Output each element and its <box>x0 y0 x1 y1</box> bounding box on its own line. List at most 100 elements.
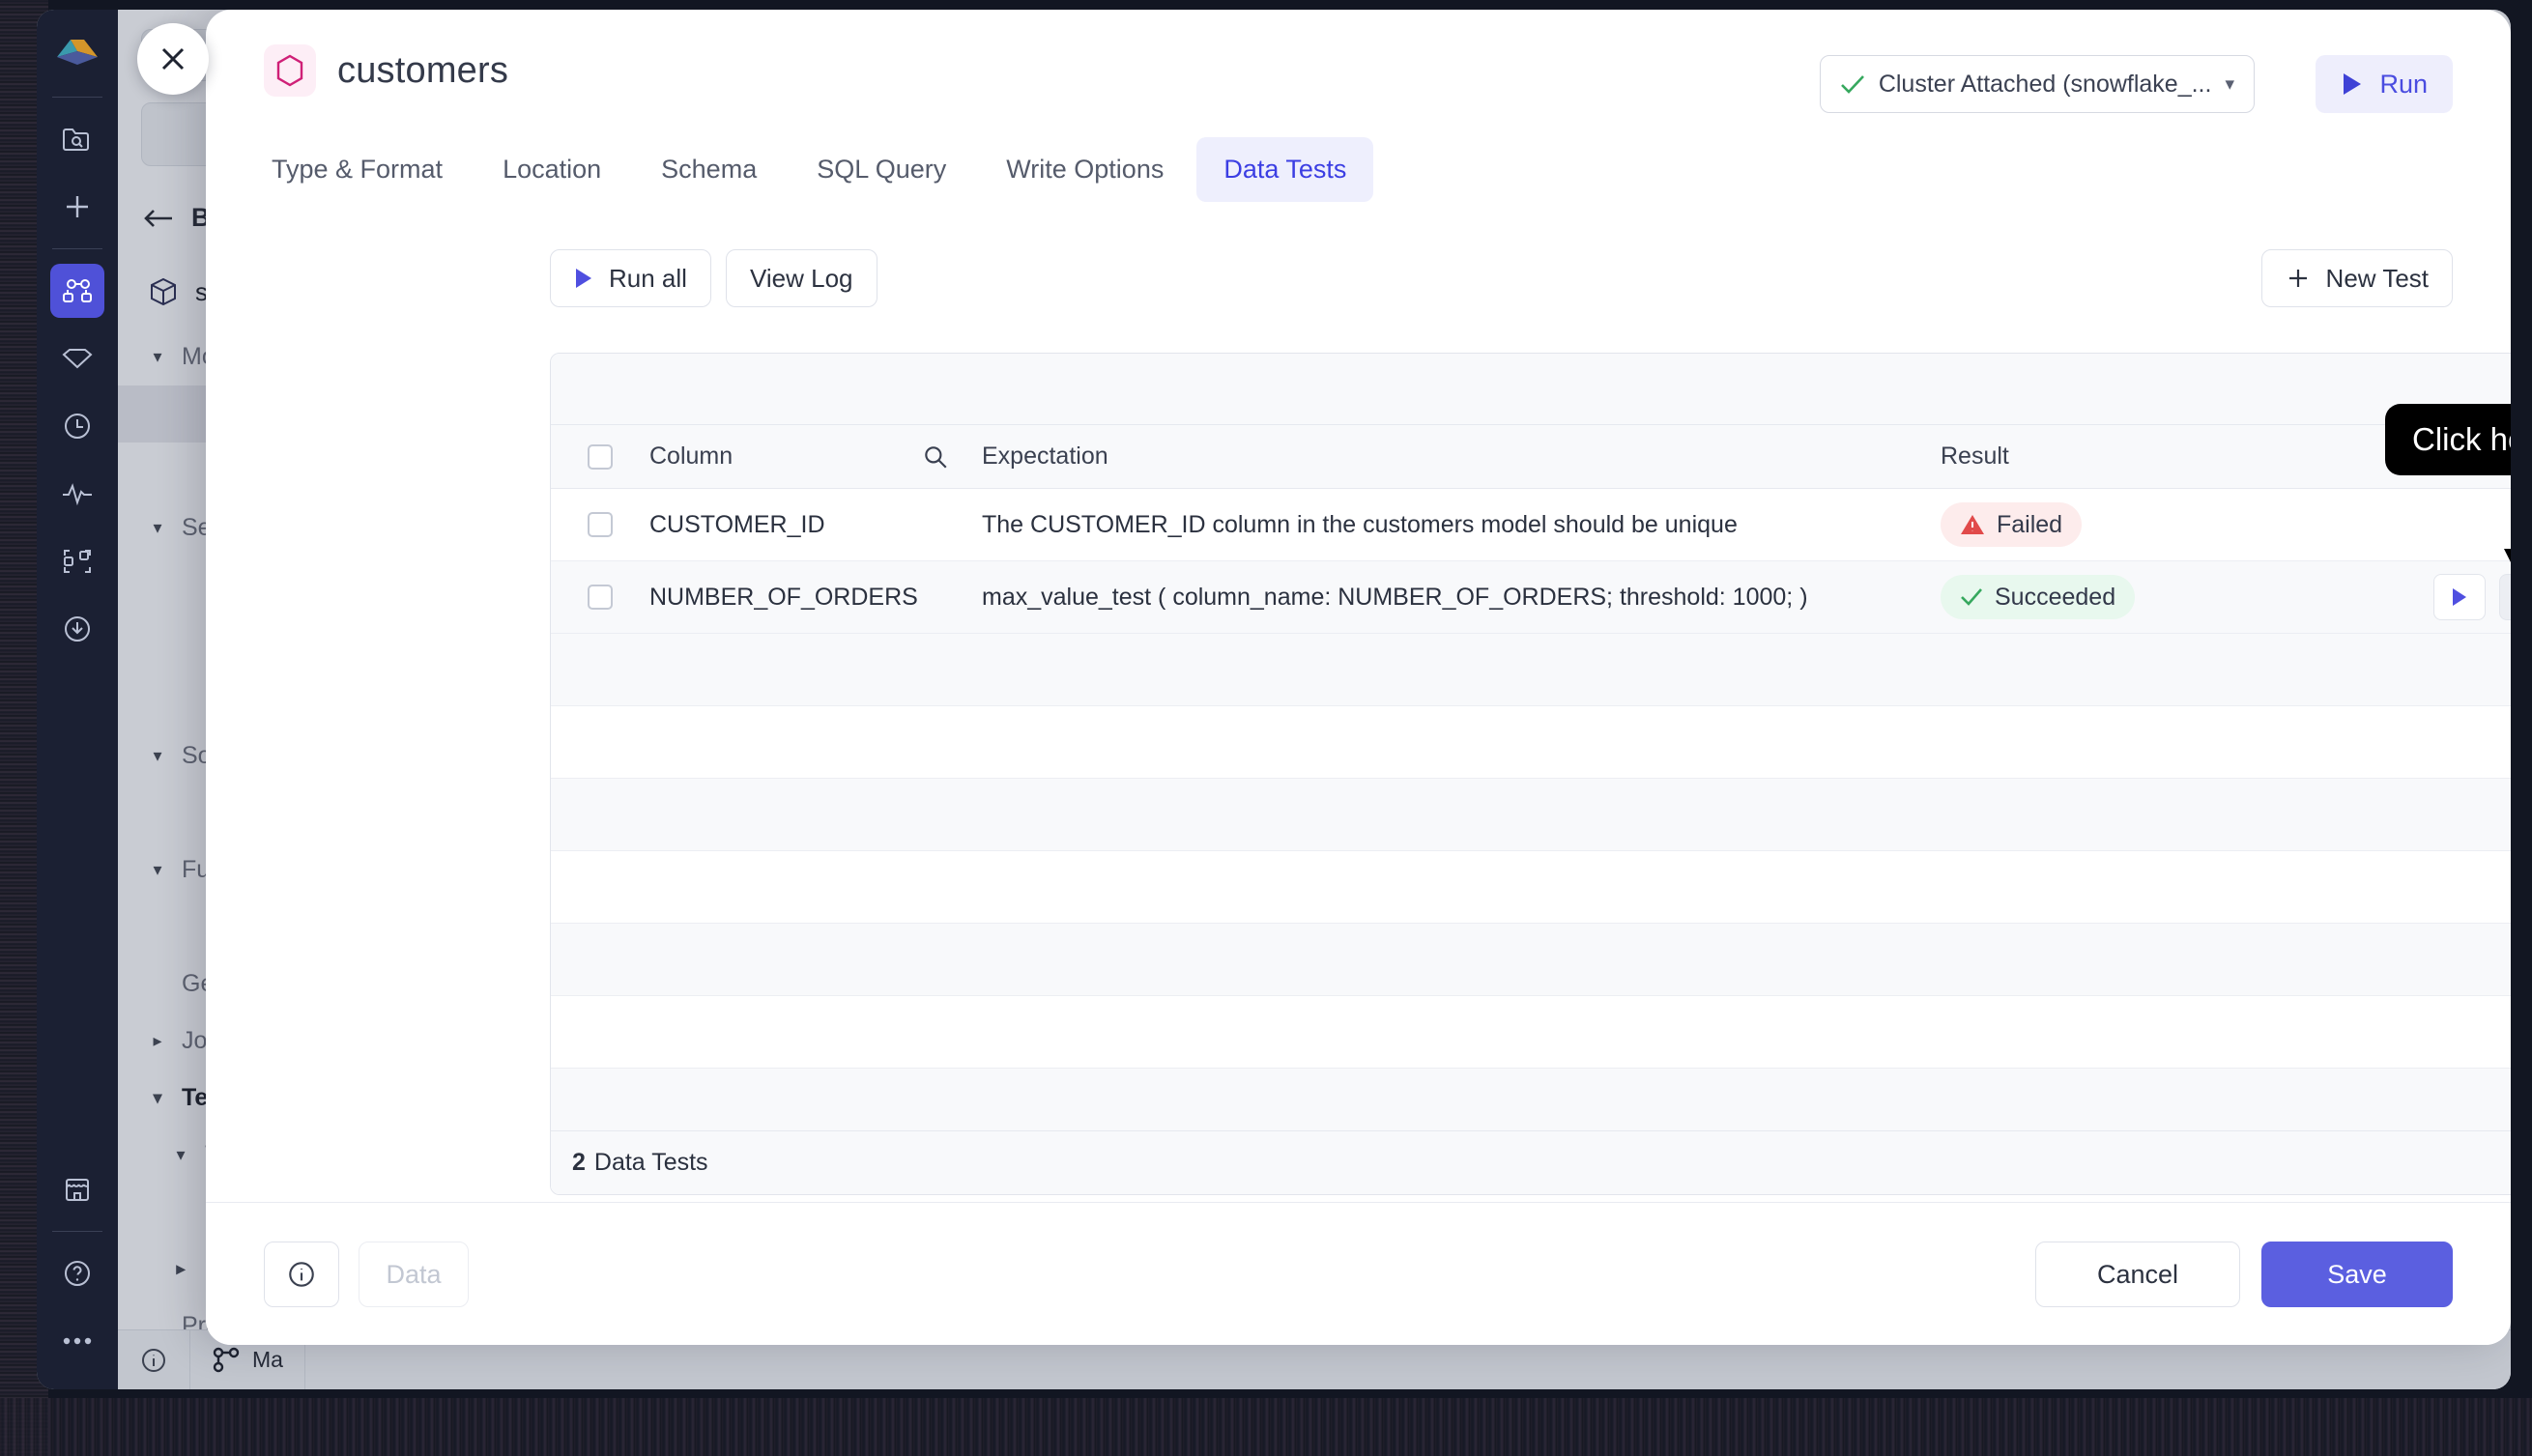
header-result: Result <box>1941 443 2009 470</box>
status-badge-label: Succeeded <box>1995 583 2116 611</box>
store-icon[interactable] <box>50 1162 104 1216</box>
tab-sql-query[interactable]: SQL Query <box>790 137 973 202</box>
tab-data-tests[interactable]: Data Tests <box>1196 137 1374 202</box>
close-icon <box>161 47 185 71</box>
tab-schema[interactable]: Schema <box>634 137 784 202</box>
chevron-down-icon: ▾ <box>2225 73 2234 95</box>
row-expectation: max_value_test ( column_name: NUMBER_OF_… <box>982 583 1808 611</box>
model-icon <box>264 44 316 97</box>
row-expectation: The CUSTOMER_ID column in the customers … <box>982 510 1738 538</box>
row-checkbox[interactable] <box>551 585 649 610</box>
modal-title-group: customers <box>264 44 508 97</box>
tab-type-format[interactable]: Type & Format <box>245 137 470 202</box>
more-icon[interactable] <box>50 1314 104 1368</box>
chevron-down-icon[interactable]: ▾ <box>145 860 170 880</box>
check-icon <box>1840 75 1864 94</box>
row-result: Succeeded <box>1941 575 2346 619</box>
new-test-label: New Test <box>2325 263 2429 293</box>
modal-header: customers Cluster Attached (snowflake_..… <box>206 10 2511 135</box>
git-branch-icon <box>213 1347 240 1372</box>
table-empty-row <box>551 851 2511 924</box>
view-log-label: View Log <box>750 263 853 293</box>
status-badge-label: Failed <box>1997 510 2063 538</box>
left-icon-rail <box>37 10 118 1389</box>
click-here-tooltip: Click here. <box>2385 404 2511 475</box>
clock-icon[interactable] <box>50 399 104 453</box>
cancel-button[interactable]: Cancel <box>2035 1242 2240 1307</box>
table-empty-row <box>551 634 2511 706</box>
select-all-checkbox[interactable] <box>551 443 649 470</box>
application-window: Search Project Back to snowfl ▾Modelscus… <box>37 10 2511 1389</box>
tests-toolbar: Run all View Log New Test <box>206 249 2511 334</box>
chevron-down-icon[interactable]: ▾ <box>145 1088 170 1108</box>
data-button-label: Data <box>386 1259 442 1289</box>
tab-bar: Type & Format Location Schema SQL Query Writ… <box>245 137 1374 202</box>
folder-search-icon[interactable] <box>50 112 104 166</box>
rail-divider-2 <box>52 248 102 249</box>
table-row[interactable]: NUMBER_OF_ORDERS max_value_test ( column_… <box>551 561 2511 634</box>
chevron-down-icon[interactable]: ▾ <box>145 518 170 538</box>
save-button[interactable]: Save <box>2261 1242 2453 1307</box>
run-button[interactable]: Run <box>2316 55 2453 113</box>
nodes-icon[interactable] <box>50 534 104 588</box>
run-button-label: Run <box>2379 69 2428 99</box>
view-log-button[interactable]: View Log <box>726 249 878 307</box>
run-all-button[interactable]: Run all <box>550 249 711 307</box>
page-title: customers <box>337 49 509 91</box>
table-body: CUSTOMER_ID The CUSTOMER_ID column in the… <box>551 489 2511 1194</box>
screen-edge-noise-bottom <box>0 1398 2532 1456</box>
play-icon <box>576 269 591 288</box>
chevron-right-icon[interactable]: ▸ <box>168 1259 193 1279</box>
data-tests-table: Column Expectation Result CUSTOMER_ID The… <box>550 353 2511 1195</box>
column-search-icon[interactable] <box>922 443 964 471</box>
row-result: Failed <box>1941 502 2346 547</box>
new-test-button[interactable]: New Test <box>2260 249 2453 307</box>
arrow-left-icon <box>144 209 172 227</box>
info-button[interactable] <box>264 1242 339 1307</box>
run-test-button[interactable] <box>2433 574 2486 620</box>
table-empty-row <box>551 996 2511 1069</box>
diamond-icon[interactable] <box>50 331 104 385</box>
table-toolbar <box>551 354 2511 425</box>
tab-write-options[interactable]: Write Options <box>979 137 1191 202</box>
header-expectation: Expectation <box>982 443 1108 470</box>
pipeline-icon[interactable] <box>50 264 104 318</box>
row-checkbox[interactable] <box>551 512 649 537</box>
chevron-right-icon[interactable]: ▸ <box>145 1031 170 1051</box>
close-button[interactable] <box>137 23 209 95</box>
header-column: Column <box>649 443 734 470</box>
chevron-down-icon[interactable]: ▾ <box>168 1145 193 1165</box>
footer-label: Data Tests <box>593 1149 708 1176</box>
rail-divider <box>52 97 102 98</box>
logo[interactable] <box>50 25 104 79</box>
chevron-down-icon[interactable]: ▾ <box>145 347 170 367</box>
save-button-label: Save <box>2327 1259 2387 1289</box>
info-icon <box>289 1262 314 1287</box>
play-icon <box>2453 588 2466 606</box>
footer-count: 2 <box>572 1149 586 1176</box>
status-badge: Failed <box>1941 502 2083 547</box>
warning-icon <box>1961 515 1984 534</box>
table-header-row: Column Expectation Result <box>551 425 2511 489</box>
cluster-selector[interactable]: Cluster Attached (snowflake_... ▾ <box>1819 55 2255 113</box>
modal-footer: Data Cancel Save <box>206 1202 2511 1345</box>
screenshot-root: Search Project Back to snowfl ▾Modelscus… <box>0 0 2532 1456</box>
table-empty-row <box>551 924 2511 996</box>
data-button[interactable]: Data <box>359 1242 469 1307</box>
plus-icon <box>2288 270 2307 287</box>
rail-divider-3 <box>52 1231 102 1232</box>
download-icon[interactable] <box>50 602 104 656</box>
chevron-down-icon[interactable]: ▾ <box>145 746 170 766</box>
tab-location[interactable]: Location <box>475 137 628 202</box>
play-icon <box>2344 73 2362 95</box>
activity-icon[interactable] <box>50 467 104 521</box>
check-icon <box>1961 588 1982 606</box>
edit-test-button[interactable] <box>2499 574 2511 620</box>
status-info[interactable] <box>118 1329 190 1389</box>
cancel-button-label: Cancel <box>2096 1259 2179 1289</box>
help-icon[interactable] <box>50 1246 104 1300</box>
status-badge: Succeeded <box>1941 575 2136 619</box>
plus-icon[interactable] <box>50 180 104 234</box>
table-row[interactable]: CUSTOMER_ID The CUSTOMER_ID column in the… <box>551 489 2511 561</box>
table-empty-row <box>551 779 2511 851</box>
